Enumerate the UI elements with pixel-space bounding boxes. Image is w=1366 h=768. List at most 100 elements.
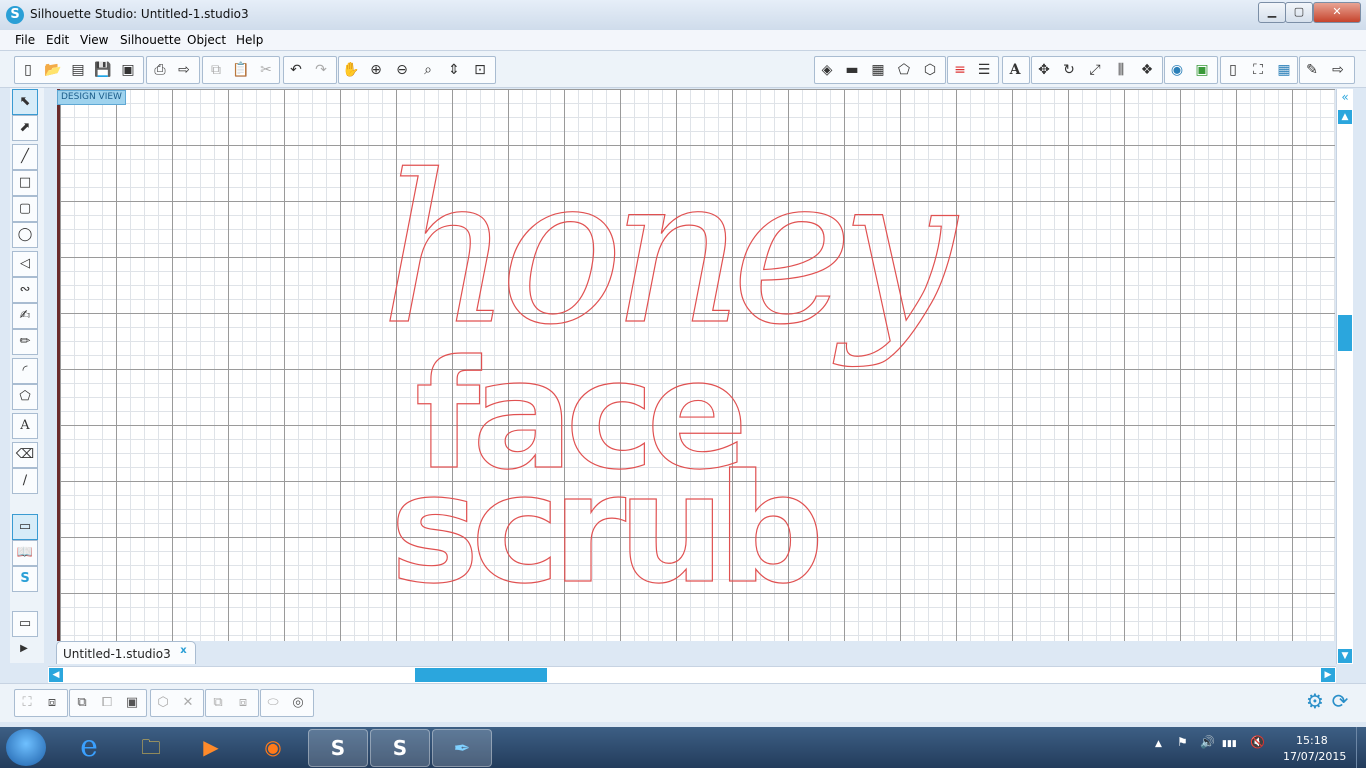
menu-silhouette[interactable]: Silhouette	[120, 33, 181, 47]
arc-tool-icon[interactable]: ◜	[12, 358, 38, 384]
new-icon[interactable]: ▯	[18, 60, 38, 80]
smooth-freehand-tool-icon[interactable]: ✏	[12, 329, 38, 355]
tab-close-icon[interactable]: x	[180, 639, 186, 663]
regular-polygon-tool-icon[interactable]: ⬠	[12, 384, 38, 410]
library-save-icon[interactable]: ⬭	[263, 693, 283, 713]
point-edit-tool-icon[interactable]: ⬈	[12, 115, 38, 141]
text-style-icon[interactable]: A	[1005, 60, 1025, 80]
cut-icon[interactable]: ✂	[256, 60, 276, 80]
scroll-up-icon[interactable]: ▲	[1338, 110, 1352, 124]
line-width-icon[interactable]: ☰	[974, 60, 994, 80]
delete-icon[interactable]: ✕	[178, 693, 198, 713]
ie-icon[interactable]: e	[60, 729, 118, 765]
trace-icon[interactable]: ◎	[288, 693, 308, 713]
polygon-tool-icon[interactable]: ◁	[12, 251, 38, 277]
rotate-icon[interactable]: ↻	[1059, 60, 1079, 80]
send-to-cutter-icon[interactable]: ⇨	[174, 60, 194, 80]
fill-pattern-icon[interactable]: ▦	[868, 60, 888, 80]
close-button[interactable]: ✕	[1313, 2, 1361, 23]
page-setup-icon[interactable]: ▯	[1223, 60, 1243, 80]
menu-file[interactable]: File	[15, 33, 35, 47]
minimize-button[interactable]: ▁	[1258, 2, 1286, 23]
make-compound-icon[interactable]: ⧉	[72, 693, 92, 713]
show-desktop-button[interactable]	[1356, 727, 1366, 768]
curve-tool-icon[interactable]: ∾	[12, 277, 38, 303]
store-tool-icon[interactable]: S	[12, 566, 38, 592]
mute-icon[interactable]: 🔇	[1250, 735, 1265, 749]
menu-edit[interactable]: Edit	[46, 33, 69, 47]
clock-date[interactable]: 17/07/2015	[1283, 750, 1346, 763]
text-tool-icon[interactable]: A	[12, 413, 38, 439]
action-center-icon[interactable]: ⚑	[1177, 735, 1188, 749]
weld-icon[interactable]: ⬡	[153, 693, 173, 713]
ellipse-tool-icon[interactable]: ◯	[12, 222, 38, 248]
pan-icon[interactable]: ✋	[341, 60, 361, 80]
line-style-icon[interactable]: ⬡	[920, 60, 940, 80]
paste-icon[interactable]: 📋	[231, 60, 251, 80]
silhouette-taskbar-icon[interactable]: S	[370, 729, 430, 767]
clock-time[interactable]: 15:18	[1296, 734, 1328, 747]
freehand-tool-icon[interactable]: ✍	[12, 303, 38, 329]
zoom-out-icon[interactable]: ⊖	[392, 60, 412, 80]
knife-tool-icon[interactable]: ∕	[12, 468, 38, 494]
registration-icon[interactable]: ⛶	[1248, 60, 1268, 80]
cut-settings-icon[interactable]: ✎	[1302, 60, 1322, 80]
bring-to-front-icon[interactable]: ▣	[122, 693, 142, 713]
scroll-down-icon[interactable]: ▼	[1338, 649, 1352, 663]
drag-zoom-icon[interactable]: ⇕	[444, 60, 464, 80]
scroll-right-icon[interactable]: ▶	[1321, 668, 1335, 682]
line-color-bars-icon[interactable]: ≡	[950, 60, 970, 80]
send-icon[interactable]: ⇨	[1328, 60, 1348, 80]
vertical-scrollbar[interactable]: « ▲ ▼	[1336, 89, 1353, 664]
line-tool-icon[interactable]: ╱	[12, 144, 38, 170]
copy-icon[interactable]: ⧉	[206, 60, 226, 80]
modify-icon[interactable]: ◉	[1167, 60, 1187, 80]
group-icon[interactable]: ⛶	[17, 693, 37, 713]
undo-icon[interactable]: ↶	[286, 60, 306, 80]
fill-color-icon[interactable]: ◈	[817, 60, 837, 80]
rectangle-tool-icon[interactable]: □	[12, 170, 38, 196]
maximize-button[interactable]: ▢	[1285, 2, 1313, 23]
rounded-rectangle-tool-icon[interactable]: ▢	[12, 196, 38, 222]
design-view-tool-icon[interactable]: ▭	[12, 514, 38, 540]
ungroup-icon[interactable]: ⧈	[42, 693, 62, 713]
panel-tool-icon[interactable]: ▭	[12, 611, 38, 637]
horizontal-scrollbar[interactable]: ◀ ▶	[48, 666, 1336, 683]
menu-view[interactable]: View	[80, 33, 108, 47]
arrange-icon[interactable]: ⧈	[233, 693, 253, 713]
volume-icon[interactable]: 🔊	[1200, 735, 1215, 749]
transform-icon[interactable]: ✥	[1034, 60, 1054, 80]
zoom-in-icon[interactable]: ⊕	[366, 60, 386, 80]
scroll-left-icon[interactable]: ◀	[49, 668, 63, 682]
sync-icon[interactable]: ⟳	[1330, 691, 1350, 711]
redo-icon[interactable]: ↷	[311, 60, 331, 80]
offset-icon[interactable]: ▣	[1192, 60, 1212, 80]
eraser-tool-icon[interactable]: ⌫	[12, 442, 38, 468]
template-icon[interactable]: ▤	[68, 60, 88, 80]
duplicate-icon[interactable]: ⧉	[208, 693, 228, 713]
open-icon[interactable]: 📂	[43, 60, 63, 80]
network-icon[interactable]: ▮▮▮	[1222, 739, 1237, 749]
scale-icon[interactable]: ⤢	[1085, 60, 1105, 80]
media-player-icon[interactable]: ▶	[182, 729, 240, 765]
art-text-scrub[interactable]: scrub	[389, 442, 826, 617]
start-button[interactable]	[6, 729, 46, 766]
menu-help[interactable]: Help	[236, 33, 263, 47]
quill-icon[interactable]: ✒	[432, 729, 492, 767]
line-color-icon[interactable]: ⬠	[894, 60, 914, 80]
expand-arrow-icon[interactable]: ▶	[12, 637, 36, 661]
collapse-panel-icon[interactable]: «	[1338, 90, 1352, 104]
grid-icon[interactable]: ▦	[1274, 60, 1294, 80]
fill-gradient-icon[interactable]: ▬	[842, 60, 862, 80]
release-compound-icon[interactable]: ⧠	[97, 693, 117, 713]
library-tool-icon[interactable]: 📖	[12, 540, 38, 566]
print-icon[interactable]: ⎙	[150, 60, 170, 80]
skype-icon[interactable]: S	[308, 729, 368, 767]
save-library-icon[interactable]: ▣	[118, 60, 138, 80]
select-tool-icon[interactable]: ⬉	[12, 89, 38, 115]
document-tab[interactable]: Untitled-1.studio3 x	[56, 641, 196, 664]
replicate-icon[interactable]: ❖	[1137, 60, 1157, 80]
artwork-outline[interactable]: honey face scrub	[60, 89, 1335, 641]
title-bar[interactable]: S Silhouette Studio: Untitled-1.studio3 …	[0, 0, 1366, 31]
fit-to-window-icon[interactable]: ⊡	[470, 60, 490, 80]
